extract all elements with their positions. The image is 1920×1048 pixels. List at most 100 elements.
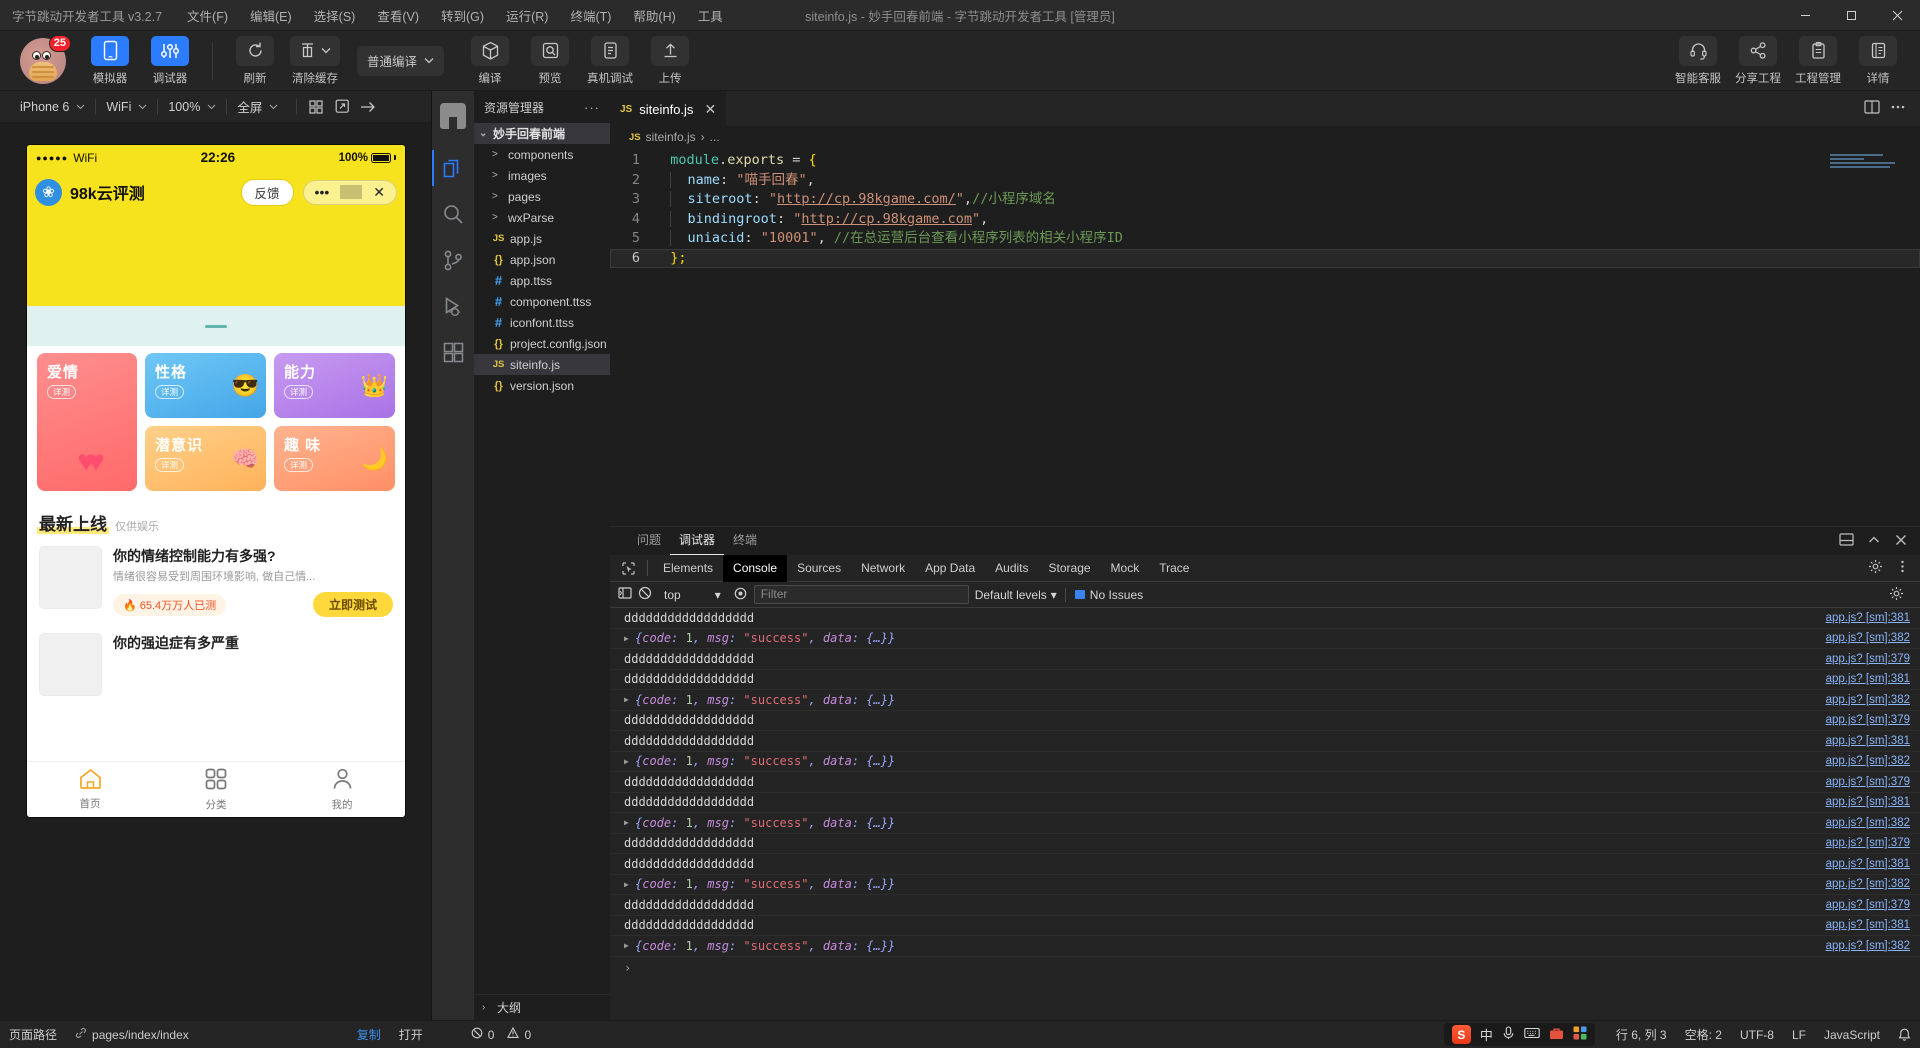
tab-problems[interactable]: 问题 — [628, 527, 670, 555]
tool-upload[interactable]: 上传 — [644, 35, 696, 86]
card-ability[interactable]: 能力 详测 👑 — [274, 353, 395, 418]
feedback-button[interactable]: 反馈 — [240, 178, 294, 206]
tabbar-item-category[interactable]: 分类 — [153, 768, 279, 812]
explorer-root-folder[interactable]: ⌄ 妙手回春前端 — [474, 123, 610, 144]
explorer-file-version-json[interactable]: {} version.json — [474, 375, 610, 396]
close-icon[interactable]: ✕ — [704, 101, 716, 118]
cursor-position[interactable]: 行 6, 列 3 — [1607, 1026, 1676, 1043]
tabbar-item-home[interactable]: 首页 — [27, 768, 153, 811]
explorer-folder-pages[interactable]: > pages — [474, 186, 610, 207]
console-output[interactable]: dddddddddddddddddd app.js? [sm]:381 ▶ {c… — [610, 608, 1920, 1020]
code-link[interactable]: http://cp.98kgame.com/ — [777, 191, 956, 207]
compile-mode-box[interactable]: 普通编译 — [357, 45, 445, 76]
console-prompt[interactable]: › — [610, 957, 1920, 979]
zoom-selector[interactable]: 100% — [158, 100, 226, 114]
menu-file[interactable]: 文件(F) — [176, 2, 239, 29]
keyboard-icon[interactable] — [1524, 1027, 1540, 1042]
activity-extensions[interactable] — [432, 329, 474, 375]
explorer-file-app-json[interactable]: {} app.json — [474, 249, 610, 270]
tool-device-debug[interactable]: 真机调试 — [584, 35, 636, 86]
devtools-tab-storage[interactable]: Storage — [1039, 555, 1101, 582]
tool-preview[interactable]: 预览 — [524, 35, 576, 86]
tool-project-manage[interactable]: 工程管理 — [1792, 35, 1844, 86]
explorer-file-project-config[interactable]: {} project.config.json — [474, 333, 610, 354]
activity-run-debug[interactable] — [432, 283, 474, 329]
card-personality[interactable]: 性格 详测 😎 — [145, 353, 266, 418]
minimap[interactable] — [1830, 154, 1916, 168]
toolbox-icon[interactable] — [1549, 1027, 1564, 1043]
activity-search[interactable] — [432, 191, 474, 237]
outline-section[interactable]: › 大纲 — [474, 994, 610, 1020]
more-button[interactable]: ••• — [304, 184, 341, 200]
menu-terminal[interactable]: 终端(T) — [559, 2, 622, 29]
copy-path-button[interactable]: 复制 — [348, 1026, 390, 1043]
console-source-link[interactable]: app.js? [sm]:382 — [1826, 755, 1920, 767]
user-avatar[interactable]: 25 — [20, 34, 71, 84]
code-link[interactable]: http://cp.98kgame.com — [801, 211, 972, 227]
tool-clear-cache[interactable]: 清除缓存 — [289, 35, 341, 86]
notifications-bell-icon[interactable] — [1889, 1028, 1920, 1042]
devtools-tab-elements[interactable]: Elements — [653, 555, 723, 582]
device-selector[interactable]: iPhone 6 — [10, 100, 95, 114]
explorer-file-app-ttss[interactable]: # app.ttss — [474, 270, 610, 291]
ime-lang-toggle[interactable]: 中 — [1480, 1025, 1493, 1044]
tab-terminal[interactable]: 终端 — [724, 527, 766, 555]
inspect-element-icon[interactable] — [615, 555, 642, 582]
explorer-folder-components[interactable]: > components — [474, 144, 610, 165]
eye-icon[interactable] — [733, 586, 748, 604]
eol-setting[interactable]: LF — [1783, 1028, 1815, 1042]
tabbar-item-mine[interactable]: 我的 — [279, 768, 405, 812]
clear-console-icon[interactable] — [638, 586, 652, 603]
tool-debugger[interactable]: 调试器 — [144, 35, 196, 86]
console-message-object[interactable]: ▶ {code: 1, msg: "success", data: {…}} a… — [610, 629, 1920, 649]
more-vertical-icon[interactable] — [1895, 559, 1910, 577]
console-message-object[interactable]: ▶ {code: 1, msg: "success", data: {…}} a… — [610, 875, 1920, 895]
console-source-link[interactable]: app.js? [sm]:379 — [1826, 899, 1920, 911]
console-source-link[interactable]: app.js? [sm]:381 — [1826, 858, 1920, 870]
activity-source-control[interactable] — [432, 237, 474, 283]
chevron-up-icon[interactable] — [1867, 533, 1881, 550]
expand-arrow-icon[interactable]: ▶ — [624, 941, 635, 950]
console-settings-icon[interactable] — [1889, 586, 1912, 604]
ime-toolbar[interactable]: S 中 — [1443, 1023, 1595, 1046]
console-source-link[interactable]: app.js? [sm]:381 — [1826, 612, 1920, 624]
tool-refresh[interactable]: 刷新 — [229, 35, 281, 86]
issues-indicator[interactable]: No Issues — [1064, 587, 1143, 602]
popout-icon[interactable] — [329, 96, 355, 118]
devtools-tab-trace[interactable]: Trace — [1149, 555, 1199, 582]
expand-arrow-icon[interactable]: ▶ — [624, 634, 635, 643]
execution-context-selector[interactable]: top ▾ — [658, 588, 727, 602]
close-mini-app-button[interactable]: ✕ — [362, 184, 396, 201]
console-source-link[interactable]: app.js? [sm]:382 — [1826, 694, 1920, 706]
console-source-link[interactable]: app.js? [sm]:379 — [1826, 837, 1920, 849]
close-icon[interactable] — [1894, 533, 1908, 550]
console-source-link[interactable]: app.js? [sm]:381 — [1826, 796, 1920, 808]
console-source-link[interactable]: app.js? [sm]:382 — [1826, 878, 1920, 890]
indentation-setting[interactable]: 空格: 2 — [1676, 1026, 1731, 1043]
console-message-object[interactable]: ▶ {code: 1, msg: "success", data: {…}} a… — [610, 752, 1920, 772]
tool-compile[interactable]: 编译 — [464, 35, 516, 86]
explorer-file-app-js[interactable]: JS app.js — [474, 228, 610, 249]
tool-smart-service[interactable]: 智能客服 — [1672, 35, 1724, 86]
split-editor-icon[interactable] — [1864, 99, 1880, 118]
devtools-tab-audits[interactable]: Audits — [985, 555, 1038, 582]
grid-icon[interactable] — [303, 96, 329, 118]
console-source-link[interactable]: app.js? [sm]:379 — [1826, 776, 1920, 788]
language-mode[interactable]: JavaScript — [1815, 1028, 1889, 1042]
console-source-link[interactable]: app.js? [sm]:379 — [1826, 653, 1920, 665]
menu-goto[interactable]: 转到(G) — [430, 2, 495, 29]
explorer-file-siteinfo-js[interactable]: JS siteinfo.js — [474, 354, 610, 375]
devtools-tab-network[interactable]: Network — [851, 555, 915, 582]
screen-selector[interactable]: 全屏 — [227, 97, 288, 116]
menu-help[interactable]: 帮助(H) — [622, 2, 686, 29]
network-selector[interactable]: WiFi — [96, 100, 157, 114]
sidebar-icon[interactable] — [618, 586, 632, 603]
tool-details[interactable]: 详情 — [1852, 35, 1904, 86]
devtools-tab-sources[interactable]: Sources — [787, 555, 851, 582]
card-fun[interactable]: 趣 味 详测 🌙 — [274, 426, 395, 491]
page-path-value[interactable]: pages/index/index — [66, 1027, 198, 1042]
menu-select[interactable]: 选择(S) — [303, 2, 367, 29]
console-source-link[interactable]: app.js? [sm]:381 — [1826, 735, 1920, 747]
console-message-object[interactable]: ▶ {code: 1, msg: "success", data: {…}} a… — [610, 690, 1920, 711]
console-source-link[interactable]: app.js? [sm]:382 — [1826, 817, 1920, 829]
